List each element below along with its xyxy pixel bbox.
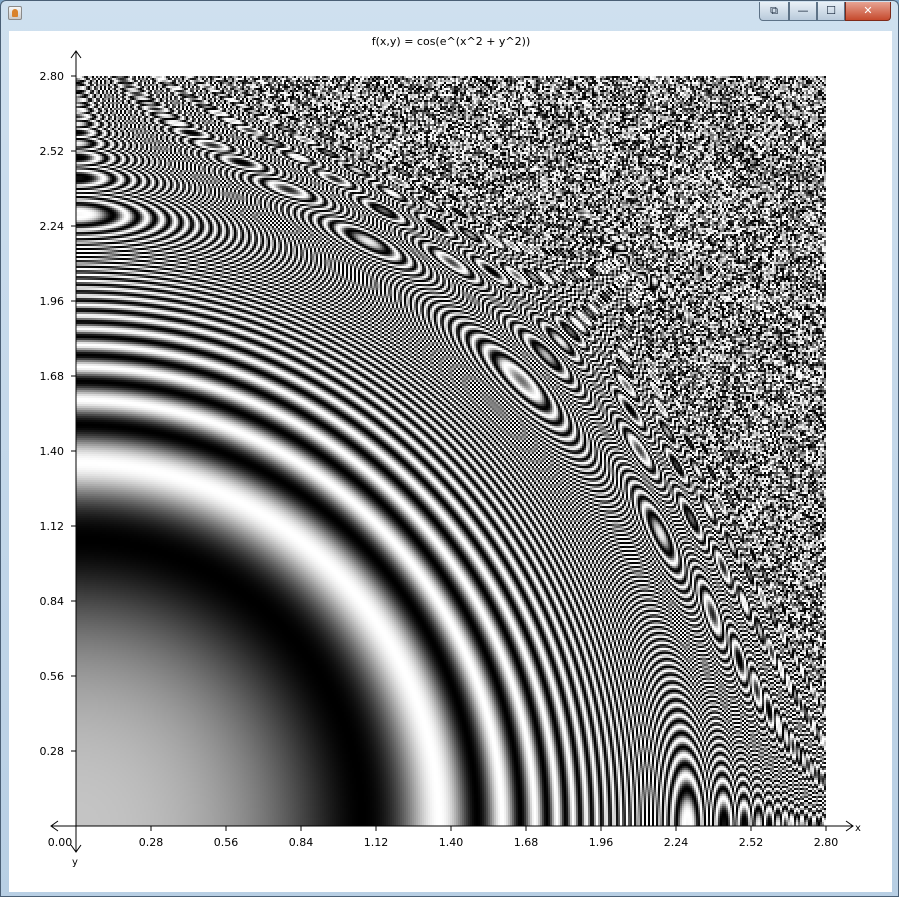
x-ticks: 0.00 0.28 0.56 0.84 1.12 1.40 1.68 1.96 2.24 2.52… bbox=[48, 826, 839, 849]
chart-title: f(x,y) = cos(e^(x^2 + y^2)) bbox=[372, 35, 531, 48]
x-tick-label: 0.28 bbox=[139, 836, 164, 849]
y-tick-label: 2.24 bbox=[40, 220, 65, 233]
close-button[interactable]: ✕ bbox=[845, 2, 891, 21]
y-tick-label: 1.40 bbox=[40, 445, 65, 458]
x-tick-label: 1.96 bbox=[589, 836, 614, 849]
y-tick-label: 2.80 bbox=[40, 70, 65, 83]
y-tick-label: 1.68 bbox=[40, 370, 65, 383]
y-ticks: 0.28 0.56 0.84 1.12 1.40 1.68 1.96 2.24 2.52 2.80 bbox=[40, 70, 76, 758]
y-tick-label: 0.56 bbox=[40, 670, 65, 683]
y-tick-label: 2.52 bbox=[40, 145, 65, 158]
chart-svg: f(x,y) = cos(e^(x^2 + y^2)) 0.00 0.28 0.56… bbox=[40, 35, 862, 868]
x-tick-label: 0.00 bbox=[48, 836, 73, 849]
axes bbox=[50, 50, 854, 853]
x-tick-label: 1.40 bbox=[439, 836, 464, 849]
restore-button[interactable]: ⧉ bbox=[759, 2, 789, 21]
y-tick-label: 0.28 bbox=[40, 745, 65, 758]
y-tick-label: 1.12 bbox=[40, 520, 65, 533]
minimize-button[interactable]: — bbox=[789, 2, 817, 21]
maximize-button[interactable]: ☐ bbox=[817, 2, 845, 21]
x-tick-label: 0.84 bbox=[289, 836, 314, 849]
x-tick-label: 2.52 bbox=[739, 836, 764, 849]
x-tick-label: 1.68 bbox=[514, 836, 539, 849]
y-axis-label: y bbox=[72, 857, 78, 868]
x-tick-label: 1.12 bbox=[364, 836, 389, 849]
y-tick-label: 0.84 bbox=[40, 595, 65, 608]
x-tick-label: 2.24 bbox=[664, 836, 689, 849]
java-app-icon[interactable] bbox=[8, 6, 22, 20]
x-tick-label: 0.56 bbox=[214, 836, 239, 849]
chart-panel: f(x,y) = cos(e^(x^2 + y^2)) 0.00 0.28 0.56… bbox=[9, 31, 892, 892]
app-window: ⧉ — ☐ ✕ f(x,y) = cos(e^(x^2 + y^2)) 0.00… bbox=[0, 0, 899, 897]
y-tick-label: 1.96 bbox=[40, 295, 65, 308]
x-axis-label: x bbox=[855, 823, 861, 834]
title-bar[interactable]: ⧉ — ☐ ✕ bbox=[1, 1, 898, 27]
x-tick-label: 2.80 bbox=[814, 836, 839, 849]
